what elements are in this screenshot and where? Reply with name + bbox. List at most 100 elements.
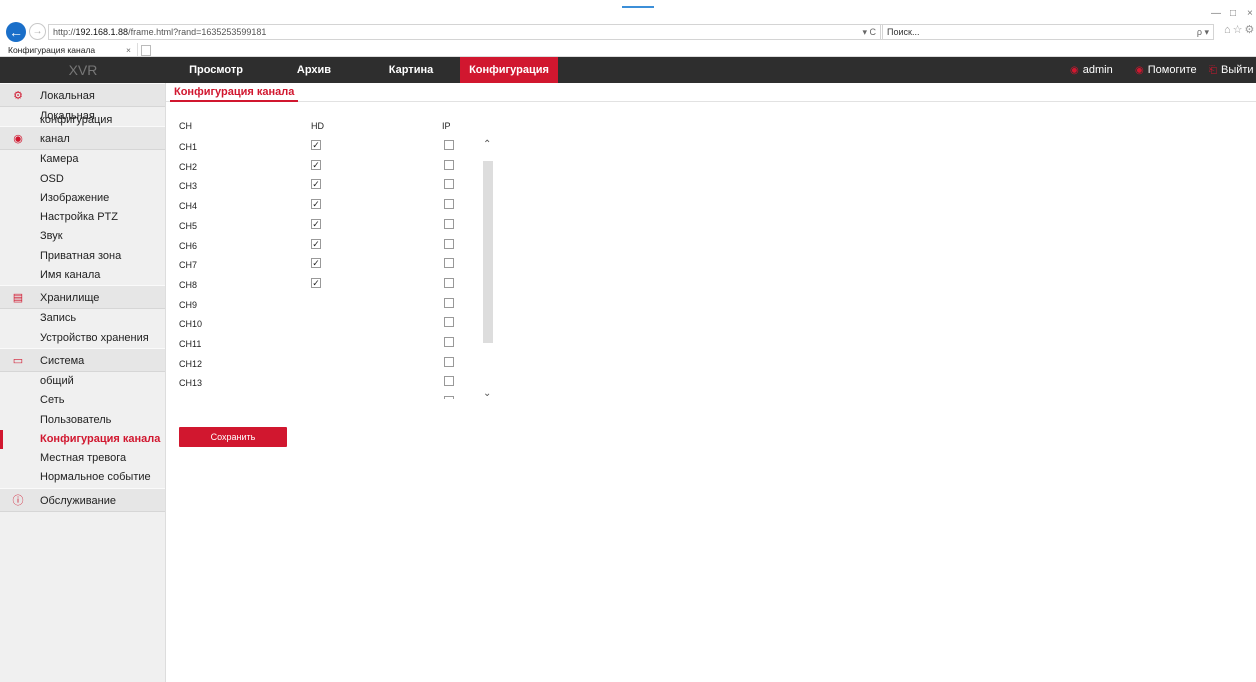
header-ip: IP [442,121,451,131]
ip-checkbox[interactable] [444,337,454,347]
table-row: CH10 [166,314,486,334]
ip-checkbox[interactable] [444,179,454,190]
chevron-down-icon[interactable]: ⌄ [483,388,491,399]
channel-list[interactable]: CH1 ✓ CH2 ✓ CH3 ✓ CH4 ✓ CH5 ✓ CH6 ✓ CH7 ✓ CH8 ✓ CH9 CH10 C… [166,137,496,399]
browser-tab[interactable]: Конфигурация канала × [4,43,138,57]
sidebar-item-user[interactable]: Пользователь [0,411,165,430]
table-row: CH4 ✓ [166,196,486,216]
sidebar-group-maintenance[interactable]: ⓘ Обслуживание [0,487,165,512]
sidebar-item-camera[interactable]: Камера [0,150,165,169]
refresh-icon[interactable]: ▾ C [862,25,876,39]
maximize-icon[interactable]: □ [1230,8,1236,19]
nav-configuration[interactable]: Конфигурация [460,57,558,83]
sidebar-item-normal-event[interactable]: Нормальное событие [0,468,165,487]
title-accent [622,6,654,8]
table-row: CH1 ✓ [166,137,486,157]
logout-label: Выйти [1221,64,1254,76]
gear-icon: ⚙ [13,90,23,102]
ip-checkbox[interactable] [444,317,454,328]
toolbar-icons[interactable]: ⌂☆⚙ [1224,23,1256,36]
channel-name: CH4 [179,201,198,212]
logout-icon: ⎗ [1209,65,1217,76]
ip-checkbox[interactable] [444,159,454,170]
table-row: CH11 [166,334,486,354]
sidebar-item-image[interactable]: Изображение [0,189,165,208]
sidebar-item-ptz[interactable]: Настройка PTZ [0,208,165,227]
table-row: CH14 [166,393,486,399]
sidebar-group-local-config[interactable]: ⚙ Локальная конфигурация [0,83,165,126]
logout-link[interactable]: ⎗ Выйти [1209,57,1254,83]
ip-checkbox[interactable] [444,238,454,249]
hd-checkbox[interactable]: ✓ [311,258,321,269]
search-icon[interactable]: ρ ▾ [1197,25,1209,39]
tab-divider [166,101,1256,102]
help-icon: ◉ [1135,65,1144,76]
sidebar-item-channel-name[interactable]: Имя канала [0,266,165,285]
ip-checkbox[interactable] [444,376,454,387]
new-tab-button[interactable] [141,45,151,56]
url-prefix: http:// [53,27,76,37]
ip-checkbox[interactable] [444,396,454,399]
sidebar-item-network[interactable]: Сеть [0,391,165,410]
sidebar-item-audio[interactable]: Звук [0,227,165,246]
hd-checkbox[interactable]: ✓ [311,218,321,229]
back-button[interactable]: ← [6,22,26,42]
table-row: CH3 ✓ [166,176,486,196]
close-tab-icon[interactable]: × [126,43,131,57]
user-name: admin [1082,64,1113,76]
sidebar-item-general[interactable]: общий [0,372,165,391]
sidebar-item-record[interactable]: Запись [0,309,165,328]
channel-name: CH3 [179,181,198,192]
sidebar-item-storage-device[interactable]: Устройство хранения [0,329,165,348]
scrollbar-thumb[interactable] [483,161,493,343]
search-input[interactable]: Поиск... ρ ▾ [880,24,1214,40]
chevron-up-icon[interactable]: ⌃ [483,139,491,150]
ip-checkbox[interactable] [444,140,454,150]
nav-preview[interactable]: Просмотр [166,57,266,83]
close-window-icon[interactable]: × [1247,8,1253,19]
user-menu[interactable]: ◉ admin [1070,57,1113,83]
table-row: CH12 [166,354,486,374]
address-bar[interactable]: http://192.168.1.88/frame.html?rand=1635… [48,24,883,40]
search-placeholder: Поиск... [887,27,920,37]
sidebar-group-label: Обслуживание [40,494,116,507]
sidebar-item-channel-config[interactable]: Конфигурация канала [0,429,165,450]
sidebar-item-local-alarm[interactable]: Местная тревога [0,449,165,468]
sidebar-group-system[interactable]: ▭ Система [0,347,165,372]
sidebar-item-local-config[interactable]: Локальная конфигурация [0,107,165,141]
app-header: XVR Просмотр Архив Картина Конфигурация … [0,57,1256,83]
ip-checkbox[interactable] [444,218,454,229]
channel-name: CH5 [179,220,198,231]
channel-name: CH14 [179,398,202,399]
hd-checkbox[interactable]: ✓ [311,140,321,150]
channel-name: CH11 [179,339,202,349]
channel-name: CH7 [179,260,198,271]
nav-archive[interactable]: Архив [266,57,362,83]
ip-checkbox[interactable] [444,277,454,288]
help-link[interactable]: ◉ Помогите [1135,57,1197,83]
user-icon: ◉ [1070,65,1079,76]
hd-checkbox[interactable]: ✓ [311,277,321,288]
sidebar-group-storage[interactable]: ▤ Хранилище [0,285,165,310]
nav-picture[interactable]: Картина [362,57,460,83]
ip-checkbox[interactable] [444,199,454,210]
sidebar-item-privacy-zone[interactable]: Приватная зона [0,247,165,266]
ip-checkbox[interactable] [444,356,454,367]
tab-title: Конфигурация канала [8,45,96,55]
ip-checkbox[interactable] [444,297,454,308]
sidebar-item-osd[interactable]: OSD [0,170,165,189]
table-row: CH9 [166,295,486,315]
forward-button[interactable]: → [29,23,46,40]
hd-checkbox[interactable]: ✓ [311,199,321,210]
channel-list-scrollbar[interactable]: ⌃ ⌄ [482,137,494,403]
tab-channel-config[interactable]: Конфигурация канала [170,86,299,102]
sidebar-group-label: канал [40,133,70,146]
save-button[interactable]: Сохранить [179,427,287,447]
sidebar-group-channel[interactable]: ◉ канал [0,126,165,151]
hd-checkbox[interactable]: ✓ [311,159,321,170]
minimize-icon[interactable]: — [1211,8,1221,19]
hd-checkbox[interactable]: ✓ [311,238,321,249]
hd-checkbox[interactable]: ✓ [311,179,321,190]
ip-checkbox[interactable] [444,258,454,269]
channel-name: CH8 [179,279,198,290]
